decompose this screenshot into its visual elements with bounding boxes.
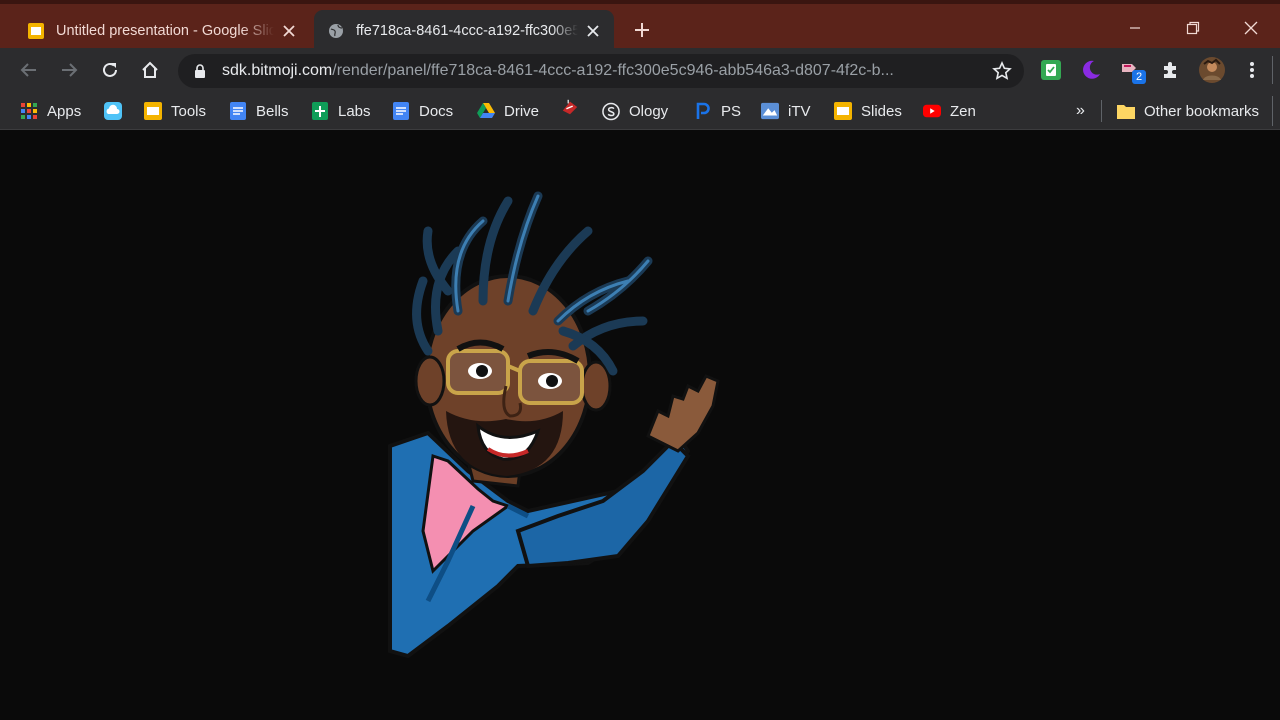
new-tab-button[interactable] bbox=[628, 16, 656, 44]
close-icon[interactable] bbox=[584, 22, 602, 40]
bookmarks-overflow-button[interactable]: » bbox=[1076, 100, 1085, 122]
bookmark-label: Ology bbox=[629, 102, 669, 120]
browser-toolbar: sdk.bitmoji.com/render/panel/ffe718ca-84… bbox=[0, 48, 1280, 92]
extension-green-icon[interactable] bbox=[1039, 58, 1063, 82]
scrollbar-edge bbox=[1272, 96, 1273, 126]
extension-badge-count: 2 bbox=[1132, 70, 1146, 84]
tab-title: ffe718ca-8461-4ccc-a192-ffc300e5c946 bbox=[356, 23, 578, 39]
sheets-icon bbox=[311, 102, 329, 120]
url-path: /render/panel/ffe718ca-8461-4ccc-a192-ff… bbox=[332, 62, 894, 79]
bookmark-other-bookmarks[interactable]: Other bookmarks bbox=[1117, 100, 1259, 122]
bookmark-label: Drive bbox=[504, 102, 540, 120]
overflow-chevron-icon: » bbox=[1076, 102, 1085, 119]
itv-icon bbox=[761, 102, 779, 120]
bookmark-label: Bells bbox=[256, 102, 289, 120]
bookmark-label: Tools bbox=[171, 102, 207, 120]
slides-icon bbox=[26, 21, 46, 41]
folder-icon bbox=[1117, 102, 1135, 120]
bookmarks-bar: Apps Tools Bells Labs Docs Drive Ology P… bbox=[0, 92, 1280, 130]
red-logo-icon bbox=[561, 98, 579, 116]
bookmark-drive[interactable]: Drive bbox=[477, 100, 539, 122]
globe-icon bbox=[326, 21, 346, 41]
tab-title: Untitled presentation - Google Slides bbox=[56, 23, 274, 39]
bookmark-label: Apps bbox=[47, 102, 82, 120]
back-button[interactable] bbox=[14, 55, 44, 85]
address-bar[interactable]: sdk.bitmoji.com/render/panel/ffe718ca-84… bbox=[178, 54, 1024, 88]
extensions-puzzle-icon[interactable] bbox=[1159, 58, 1183, 82]
drive-icon bbox=[477, 102, 495, 120]
restore-button[interactable] bbox=[1170, 12, 1216, 44]
lock-icon[interactable] bbox=[194, 64, 210, 78]
bookmark-label: Other bookmarks bbox=[1144, 102, 1260, 120]
url-host: sdk.bitmoji.com bbox=[222, 62, 333, 79]
bookmark-bells[interactable]: Bells bbox=[229, 100, 289, 122]
tab-bitmoji-render[interactable]: ffe718ca-8461-4ccc-a192-ffc300e5c946 bbox=[314, 10, 614, 52]
close-window-button[interactable] bbox=[1228, 12, 1274, 44]
slides-icon bbox=[834, 102, 852, 120]
bookmark-itv[interactable]: iTV bbox=[761, 100, 811, 122]
bitmoji-avatar-image bbox=[388, 191, 720, 659]
bookmarks-separator bbox=[1101, 100, 1102, 122]
bookmark-slides[interactable]: Slides bbox=[834, 100, 902, 122]
docs-icon bbox=[229, 102, 247, 120]
bookmark-docs[interactable]: Docs bbox=[392, 100, 453, 122]
docs-icon bbox=[392, 102, 410, 120]
youtube-icon bbox=[923, 102, 941, 120]
bookmark-cloud[interactable] bbox=[104, 100, 131, 122]
scrollbar-edge bbox=[1272, 56, 1280, 84]
apps-grid-icon bbox=[20, 102, 38, 120]
close-icon[interactable] bbox=[280, 22, 298, 40]
bookmark-label: PS bbox=[721, 102, 742, 120]
bookmark-ps[interactable]: PS bbox=[694, 100, 741, 122]
home-button[interactable] bbox=[135, 55, 165, 85]
tab-untitled-presentation[interactable]: Untitled presentation - Google Slides bbox=[14, 10, 310, 52]
bookmark-label: Labs bbox=[338, 102, 371, 120]
chrome-menu-icon[interactable] bbox=[1240, 58, 1264, 82]
powerschool-icon bbox=[694, 102, 712, 120]
bookmark-star-icon[interactable] bbox=[992, 61, 1012, 86]
dark-mode-moon-icon[interactable] bbox=[1079, 58, 1103, 82]
bookmark-label: Slides bbox=[861, 102, 902, 120]
schoology-icon bbox=[602, 102, 620, 120]
slides-icon bbox=[144, 102, 162, 120]
reload-button[interactable] bbox=[95, 55, 125, 85]
bookmark-zen[interactable]: Zen bbox=[923, 100, 976, 122]
bookmark-tools[interactable]: Tools bbox=[144, 100, 206, 122]
bookmark-labs[interactable]: Labs bbox=[311, 100, 371, 122]
url-text[interactable]: sdk.bitmoji.com/render/panel/ffe718ca-84… bbox=[222, 62, 962, 80]
bookmark-label: Docs bbox=[419, 102, 454, 120]
bookmark-red-logo[interactable] bbox=[561, 96, 588, 118]
minimize-button[interactable] bbox=[1112, 12, 1158, 44]
page-content bbox=[0, 131, 1280, 720]
bookmark-label: Zen bbox=[950, 102, 976, 120]
forward-button[interactable] bbox=[54, 55, 84, 85]
profile-avatar[interactable] bbox=[1198, 56, 1226, 84]
extension-badge-icon[interactable]: 2 bbox=[1120, 58, 1146, 84]
cloud-icon bbox=[104, 102, 122, 120]
bookmark-ology[interactable]: Ology bbox=[602, 100, 668, 122]
tab-strip: Untitled presentation - Google Slides ff… bbox=[0, 0, 1280, 52]
bookmark-label: iTV bbox=[788, 102, 811, 120]
bookmark-apps[interactable]: Apps bbox=[20, 100, 81, 122]
